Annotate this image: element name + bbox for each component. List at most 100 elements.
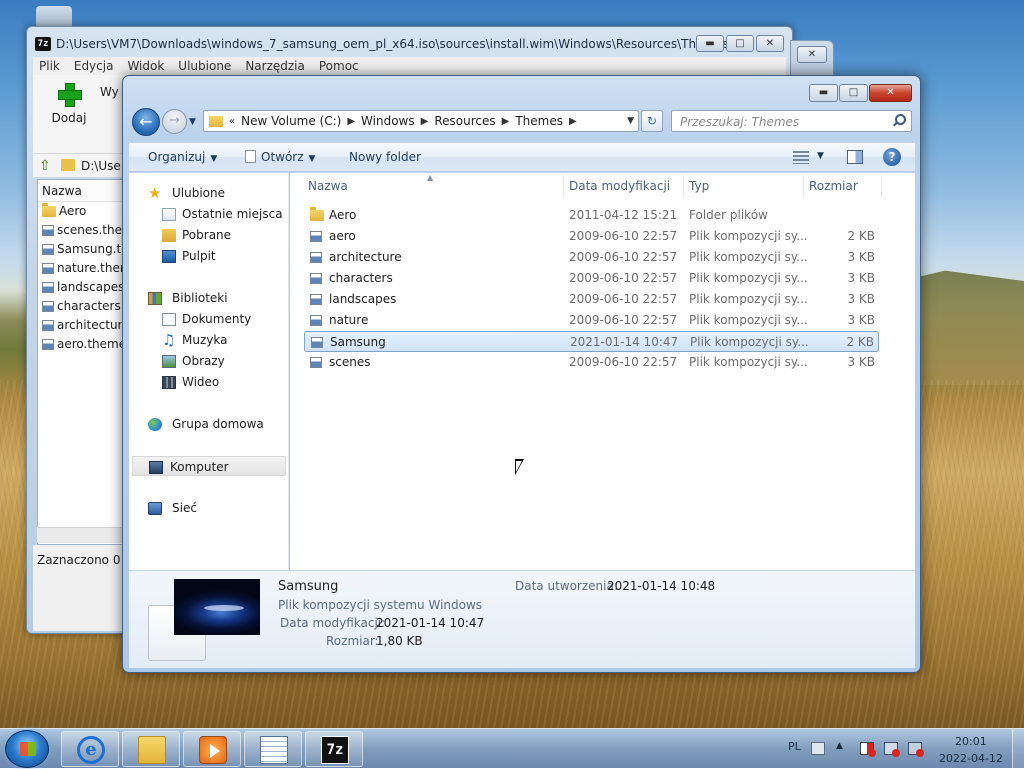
breadcrumb-item[interactable]: New Volume (C:) <box>241 114 341 128</box>
recent-pages-chevron-icon[interactable]: ▼ <box>189 117 196 127</box>
list-item[interactable]: landscapes.t <box>38 278 126 297</box>
column-divider[interactable] <box>803 175 804 197</box>
address-dropdown-icon[interactable]: ▼ <box>627 116 634 126</box>
file-row[interactable]: architecture 2009-06-10 22:57 Plik kompo… <box>304 247 879 268</box>
breadcrumb-separator-icon[interactable]: ▶ <box>421 116 429 127</box>
extract-button-label[interactable]: Wy <box>100 85 119 99</box>
file-row[interactable]: characters 2009-06-10 22:57 Plik kompozy… <box>304 268 879 289</box>
language-indicator[interactable]: PL <box>788 740 801 753</box>
maximize-button[interactable]: □ <box>839 84 868 102</box>
menu-tools[interactable]: Narzędzia <box>245 59 305 73</box>
taskbar-windows-explorer[interactable] <box>122 731 180 767</box>
horizontal-scrollbar[interactable] <box>37 527 127 543</box>
breadcrumb-item[interactable]: Themes <box>515 114 563 128</box>
column-divider[interactable] <box>881 175 882 197</box>
network-status-icon[interactable] <box>884 742 900 757</box>
taskbar-internet-explorer[interactable]: e <box>61 731 119 767</box>
list-item[interactable]: characters.th <box>38 297 126 316</box>
maximize-button[interactable]: □ <box>726 35 754 52</box>
file-row[interactable]: scenes 2009-06-10 22:57 Plik kompozycji … <box>304 352 879 373</box>
column-header-type[interactable]: Typ <box>689 173 709 199</box>
column-divider[interactable] <box>563 175 564 197</box>
7zip-titlebar[interactable]: 7z D:\Users\VM7\Downloads\windows_7_sams… <box>27 27 792 57</box>
column-header-name[interactable]: Nazwa <box>308 173 348 199</box>
search-icon[interactable] <box>892 113 906 127</box>
keyboard-icon[interactable] <box>811 742 825 755</box>
nav-desktop[interactable]: Pulpit <box>129 246 289 266</box>
notepad-icon <box>260 736 288 764</box>
new-folder-button[interactable]: Nowy folder <box>349 150 421 164</box>
menu-edit[interactable]: Edycja <box>74 59 114 73</box>
file-modified: 2009-06-10 22:57 <box>569 292 678 306</box>
background-window[interactable]: ✕ <box>790 40 834 80</box>
list-item[interactable]: Samsung.the <box>38 240 126 259</box>
column-divider[interactable] <box>683 175 684 197</box>
breadcrumb-item[interactable]: Resources <box>434 114 495 128</box>
nav-music[interactable]: ♫ Muzyka <box>129 330 289 350</box>
file-row[interactable]: Aero 2011-04-12 15:21 Folder plików <box>304 205 879 226</box>
add-button[interactable]: Dodaj <box>49 83 89 125</box>
7zip-logo-icon: 7z <box>35 37 51 51</box>
menu-file[interactable]: Plik <box>39 59 60 73</box>
nav-computer[interactable]: Komputer <box>132 456 286 476</box>
nav-downloads[interactable]: Pobrane <box>129 225 289 245</box>
chevron-down-icon[interactable]: ▼ <box>817 151 824 161</box>
7zip-address-path[interactable]: D:\Use <box>81 159 121 173</box>
list-item-label: aero.theme <box>57 337 127 351</box>
nav-network[interactable]: Sieć <box>129 498 289 518</box>
nav-pictures[interactable]: Obrazy <box>129 351 289 371</box>
file-row[interactable]: landscapes 2009-06-10 22:57 Plik kompozy… <box>304 289 879 310</box>
refresh-button[interactable]: ↻ <box>641 110 663 132</box>
taskbar-media-player[interactable] <box>183 731 241 767</box>
list-item[interactable]: aero.theme <box>38 335 126 354</box>
list-item[interactable]: architecture. <box>38 316 126 335</box>
clock-time[interactable]: 20:01 <box>955 735 987 748</box>
search-input[interactable]: Przeszukaj: Themes <box>671 110 912 132</box>
nav-documents[interactable]: Dokumenty <box>129 309 289 329</box>
breadcrumb-separator-icon[interactable]: ▶ <box>569 116 577 127</box>
volume-icon[interactable] <box>908 742 924 757</box>
close-button[interactable]: ✕ <box>869 84 912 102</box>
taskbar-7zip[interactable]: 7z <box>305 731 363 767</box>
minimize-button[interactable]: ▬ <box>696 35 724 52</box>
close-button[interactable]: ✕ <box>756 35 784 52</box>
show-hidden-icons-chevron-icon[interactable]: ▲ <box>836 741 843 751</box>
back-button[interactable]: ← <box>132 108 160 136</box>
menu-favorites[interactable]: Ulubione <box>178 59 231 73</box>
forward-button[interactable]: → <box>162 109 187 134</box>
file-row[interactable]: aero 2009-06-10 22:57 Plik kompozycji sy… <box>304 226 879 247</box>
nav-favorites[interactable]: ★ Ulubione <box>129 183 289 203</box>
taskbar-notepad[interactable] <box>244 731 302 767</box>
nav-libraries[interactable]: Biblioteki <box>129 288 289 308</box>
list-item[interactable]: scenes.them <box>38 221 126 240</box>
column-header-name[interactable]: Nazwa <box>38 180 126 202</box>
action-center-flag-icon[interactable] <box>860 742 876 757</box>
minimize-button[interactable]: ▬ <box>809 84 838 102</box>
nav-recent-places[interactable]: Ostatnie miejsca <box>129 204 289 224</box>
breadcrumb-separator-icon[interactable]: ▶ <box>347 116 355 127</box>
file-row[interactable]: nature 2009-06-10 22:57 Plik kompozycji … <box>304 310 879 331</box>
menu-help[interactable]: Pomoc <box>319 59 359 73</box>
list-item[interactable]: nature.them <box>38 259 126 278</box>
start-button[interactable] <box>5 730 49 768</box>
up-folder-icon[interactable]: ⇧ <box>39 158 55 174</box>
preview-pane-icon[interactable] <box>847 150 863 164</box>
nav-videos[interactable]: Wideo <box>129 372 289 392</box>
column-header-size[interactable]: Rozmiar <box>809 173 858 199</box>
address-bar[interactable]: « New Volume (C:) ▶ Windows ▶ Resources … <box>203 110 639 132</box>
breadcrumb-separator-icon[interactable]: ▶ <box>502 116 510 127</box>
show-desktop-button[interactable] <box>1012 729 1024 769</box>
column-header-modified[interactable]: Data modyfikacji <box>569 173 670 199</box>
nav-homegroup[interactable]: Grupa domowa <box>129 414 289 434</box>
organize-button[interactable]: Organizuj ▼ <box>148 150 217 164</box>
close-button[interactable]: ✕ <box>797 46 827 63</box>
views-icon[interactable] <box>793 151 809 164</box>
file-row-selected[interactable]: Samsung 2021-01-14 10:47 Plik kompozycji… <box>304 331 879 352</box>
list-item[interactable]: Aero <box>38 202 126 221</box>
help-icon[interactable]: ? <box>883 148 901 166</box>
breadcrumb-overflow[interactable]: « <box>229 116 235 127</box>
menu-view[interactable]: Widok <box>127 59 164 73</box>
clock-date[interactable]: 2022-04-12 <box>939 752 1003 765</box>
open-button[interactable]: Otwórz ▼ <box>245 150 315 164</box>
breadcrumb-item[interactable]: Windows <box>361 114 415 128</box>
